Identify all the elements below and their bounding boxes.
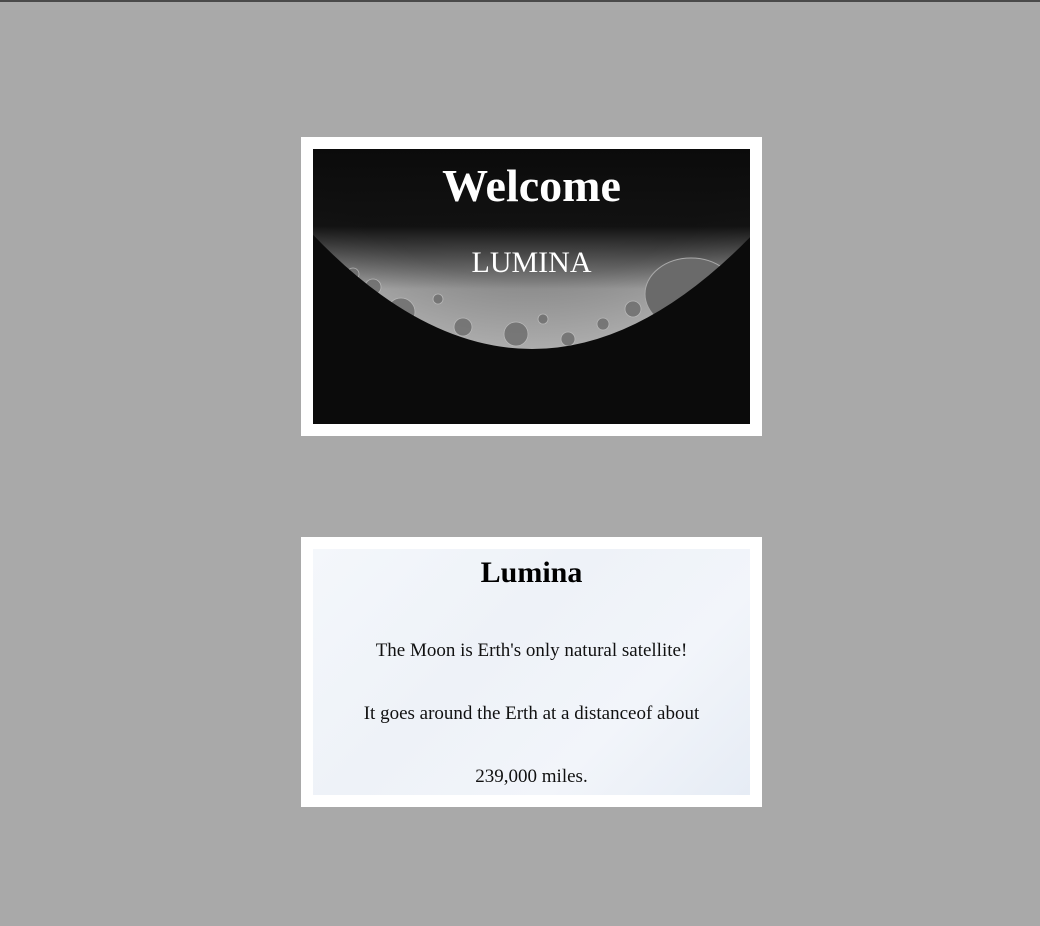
info-card: Lumina The Moon is Erth's only natural s…	[301, 537, 762, 807]
info-heading: Lumina	[480, 556, 583, 589]
info-panel: Lumina The Moon is Erth's only natural s…	[313, 549, 750, 795]
welcome-heading: Welcome	[442, 160, 621, 211]
info-text-line-1: The Moon is Erth's only natural satellit…	[375, 640, 688, 661]
top-border	[0, 0, 1040, 2]
info-text-line-3: 239,000 miles.	[475, 766, 588, 787]
info-text-line-2: It goes around the Erth at a distanceof …	[363, 703, 700, 724]
moon-image: Welcome LUMINA	[313, 149, 750, 424]
welcome-subheading: LUMINA	[471, 246, 592, 279]
welcome-card: Welcome LUMINA	[301, 137, 762, 436]
